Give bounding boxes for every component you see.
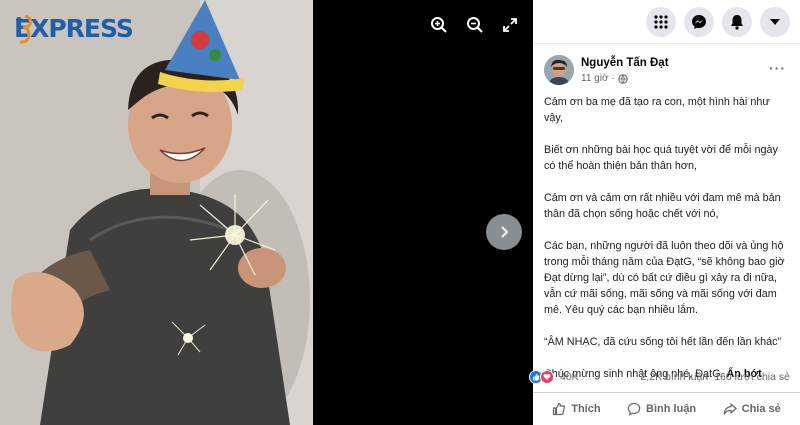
photo-illustration xyxy=(0,0,313,425)
love-reaction-icon xyxy=(540,370,554,384)
post-time[interactable]: 11 giờ · xyxy=(581,73,628,84)
account-dropdown-button[interactable] xyxy=(760,6,790,37)
reaction-count[interactable]: 40K xyxy=(560,371,579,383)
share-button[interactable]: Chia sẻ xyxy=(723,402,781,416)
post-paragraph: Cảm ơn và cảm ơn rất nhiều với đam mê mà… xyxy=(544,192,781,220)
post-stats: 40K 2,2K bình luận 160 lượt chia sẻ xyxy=(529,366,800,388)
thumbs-up-icon xyxy=(553,402,566,415)
fullscreen-icon[interactable] xyxy=(499,14,521,36)
post-header: Nguyễn Tấn Đạt 11 giờ · ··· xyxy=(533,44,800,92)
notifications-bell-icon xyxy=(731,14,743,30)
author-name[interactable]: Nguyễn Tấn Đạt xyxy=(581,57,669,69)
post-actions: Thích Bình luận Chia sẻ xyxy=(533,392,800,424)
menu-grid-icon xyxy=(654,14,668,29)
post-time-label[interactable]: 11 giờ xyxy=(581,73,609,84)
brand-logo: EXPRESS xyxy=(14,14,134,44)
share-label: Chia sẻ xyxy=(741,402,781,415)
post-paragraph: Cảm ơn ba mẹ đã tạo ra con, một hình hài… xyxy=(544,96,770,124)
post-paragraph: “ÂM NHẠC, đã cứu sống tôi hết lần đến lầ… xyxy=(544,336,782,348)
share-icon xyxy=(723,402,737,415)
zoom-in-icon[interactable] xyxy=(428,14,450,36)
menu-grid-button[interactable] xyxy=(646,6,676,37)
top-bar xyxy=(533,0,800,44)
next-photo-button[interactable] xyxy=(486,214,522,250)
chevron-right-icon xyxy=(501,226,509,238)
separator-dot: · xyxy=(611,73,615,84)
zoom-out-icon[interactable] xyxy=(464,14,486,36)
messenger-icon xyxy=(692,14,706,29)
comment-label: Bình luận xyxy=(646,402,697,415)
comment-icon xyxy=(627,402,641,416)
comment-button[interactable]: Bình luận xyxy=(627,402,696,416)
messenger-button[interactable] xyxy=(684,6,714,37)
notifications-button[interactable] xyxy=(722,6,752,37)
post-paragraph: Biết ơn những bài học quá tuyệt vời để m… xyxy=(544,144,778,172)
photo-viewer: EXPRESS xyxy=(0,0,533,425)
comment-count[interactable]: 2,2K bình luận xyxy=(640,371,708,383)
post-panel: Nguyễn Tấn Đạt 11 giờ · ··· Cảm ơn ba mẹ… xyxy=(529,0,800,425)
public-globe-icon xyxy=(618,73,628,84)
reactions-summary[interactable] xyxy=(529,370,554,384)
post-photo: EXPRESS xyxy=(0,0,313,425)
post-paragraph: Các bạn, những người đã luôn theo dõi và… xyxy=(544,240,785,316)
avatar[interactable] xyxy=(544,55,574,85)
like-label: Thích xyxy=(571,402,601,415)
more-options-icon[interactable]: ··· xyxy=(769,60,786,76)
share-count[interactable]: 160 lượt chia sẻ xyxy=(714,371,790,383)
like-button[interactable]: Thích xyxy=(552,402,601,416)
account-dropdown-icon xyxy=(770,18,780,25)
post-text: Cảm ơn ba mẹ đã tạo ra con, một hình hài… xyxy=(533,92,800,382)
35express-logo-icon xyxy=(16,14,32,44)
